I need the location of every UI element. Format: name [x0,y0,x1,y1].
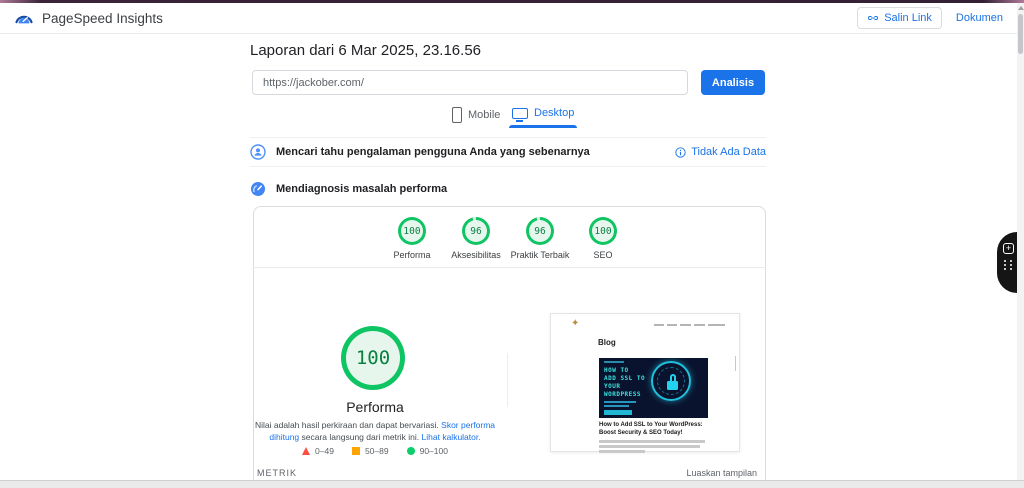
app-title: PageSpeed Insights [42,10,163,26]
image-text-line: ADD SSL TO [604,375,646,382]
tab-mobile-label: Mobile [468,109,501,121]
tab-desktop[interactable]: Desktop [512,107,575,122]
image-subtext-bar [604,405,629,407]
score-value: 100 [592,220,614,242]
plus-icon: + [1003,243,1014,254]
pagespeed-insights-page: PageSpeed Insights Salin Link Dokumen La… [0,0,1024,488]
info-circle-icon [675,146,686,158]
lock-body [667,381,678,390]
nav-link-bar [654,324,664,326]
analyze-button[interactable]: Analisis [701,70,765,95]
user-circle-icon [250,144,266,160]
note-text-2: secara langsung dari metrik ini. [299,431,422,442]
no-data-label: Tidak Ada Data [691,146,766,158]
accessibility-widget-button[interactable]: + [997,232,1017,293]
link-icon [867,12,879,24]
nav-link-bar [667,324,677,326]
score-value: 100 [401,220,423,242]
dots-grid-icon [1004,260,1014,270]
body-text-bar [599,445,700,448]
no-data-link[interactable]: Tidak Ada Data [675,146,766,158]
pagespeed-logo-icon [14,10,34,26]
header-actions: Salin Link Dokumen [857,7,1003,29]
post-title-line: How to Add SSL to Your WordPress: [599,422,703,428]
tab-desktop-label: Desktop [534,107,575,119]
green-circle-icon [406,447,415,455]
note-text: Nilai adalah hasil perkiraan dan dapat b… [254,420,442,430]
image-badge [604,410,632,415]
legend-label: 90–100 [419,446,448,456]
image-url-bar [604,361,624,363]
lab-section-title: Mendiagnosis masalah performa [276,183,448,195]
blog-heading: Blog [598,338,616,347]
site-logo-icon: ✦ [571,318,580,329]
score-gauge-performance[interactable]: 100 [398,217,426,245]
post-featured-image: HOW TO ADD SSL TO YOUR WORDPRESS [599,358,708,418]
nav-link-bar [708,324,725,326]
scrollbar[interactable] [1017,3,1024,480]
performance-note: Nilai adalah hasil perkiraan dan dapat b… [253,420,497,444]
lab-section-row: Mendiagnosis masalah performa [250,176,766,202]
window-bottom-edge [0,480,1024,488]
body-text-bar [599,450,645,453]
nav-link-bar [680,324,691,326]
tab-active-underline [509,125,577,128]
image-text-line: YOUR [604,383,621,390]
image-text-line: HOW TO [604,367,629,374]
score-legend: 0–49 50–89 90–100 [255,446,495,456]
docs-link[interactable]: Dokumen [956,12,1003,24]
performance-score-value: 100 [346,331,400,385]
thumbnail-scrollbar [734,356,736,371]
field-data-section-row: Mencari tahu pengalaman pengguna Anda ya… [250,137,766,167]
monitor-icon [512,107,528,122]
calculator-link[interactable]: Lihat kalkulator. [422,432,481,442]
copy-link-button[interactable]: Salin Link [857,7,942,29]
divider [253,267,766,268]
legend-label: 0–49 [315,446,334,456]
ssl-lock-emblem-icon [651,361,691,401]
orange-square-icon [351,447,360,455]
score-gauge-seo[interactable]: 100 [589,217,617,245]
expand-view-toggle[interactable]: Luaskan tampilan [647,468,757,478]
performance-panel-title: Performa [346,399,404,415]
divider [507,353,508,407]
url-input[interactable] [252,70,688,95]
page-screenshot-thumbnail: ✦ Blog HOW TO ADD SSL TO YOUR WORDPRESS … [550,313,740,453]
app-header: PageSpeed Insights Salin Link Dokumen [0,3,1017,34]
site-nav-placeholder [654,324,725,326]
copy-link-label: Salin Link [884,12,932,24]
score-value: 96 [529,220,551,242]
smartphone-icon [452,107,462,123]
score-gauge-accessibility[interactable]: 96 [462,217,490,245]
performance-score-gauge: 100 [341,326,405,390]
score-gauge-best-practices[interactable]: 96 [526,217,554,245]
red-triangle-icon [302,447,311,455]
scrollbar-up-arrow-icon[interactable] [1018,6,1024,10]
score-value: 96 [465,220,487,242]
scrollbar-thumb[interactable] [1018,14,1023,54]
image-text-line: WORDPRESS [604,391,642,398]
score-label-seo: SEO [593,250,613,260]
speedometer-icon [250,181,266,197]
legend-label: 50–89 [364,446,389,456]
image-subtext-bar [604,401,636,403]
tab-mobile[interactable]: Mobile [452,107,500,123]
report-heading: Laporan dari 6 Mar 2025, 23.16.56 [250,42,481,59]
legend-item-pass: 90–100 [406,446,448,456]
legend-item-average: 50–89 [351,446,389,456]
legend-item-fail: 0–49 [302,446,334,456]
field-data-title: Mencari tahu pengalaman pengguna Anda ya… [276,146,590,158]
metrics-section-header: METRIK [257,468,298,478]
body-text-bar [599,440,705,443]
nav-link-bar [694,324,705,326]
post-title-line: Boost Security & SEO Today! [599,429,683,436]
